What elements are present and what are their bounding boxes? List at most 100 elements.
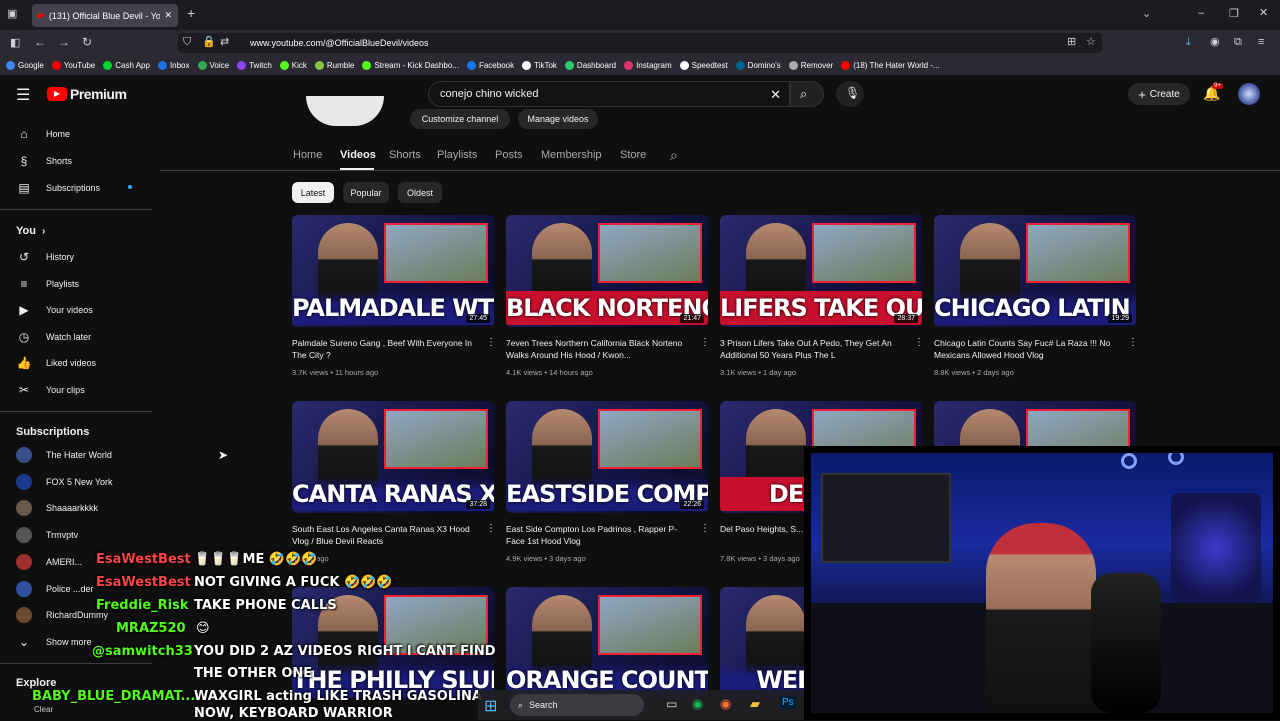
chip-popular[interactable]: Popular [343, 182, 389, 203]
video-title[interactable]: East Side Compton Los Padrinos , Rapper … [506, 523, 694, 547]
tab-overflow-icon[interactable]: ⌄ [1142, 9, 1151, 20]
forward-icon[interactable]: → [58, 36, 70, 48]
file-explorer-icon[interactable]: ▰ [750, 696, 760, 712]
sidebar-item-history[interactable]: ↺ History [16, 244, 156, 270]
sidebar-item-home[interactable]: ⌂ Home [16, 121, 156, 147]
more-options-icon[interactable]: ⋮ [914, 337, 924, 348]
customize-channel-button[interactable]: Customize channel [410, 109, 510, 129]
video-title[interactable]: Chicago Latin Counts Say Fuc# La Raza !!… [934, 337, 1122, 361]
video-thumbnail[interactable]: ORANGE COUNTY FOLKS [506, 587, 708, 699]
more-options-icon[interactable]: ⋮ [486, 337, 496, 348]
clear-search-icon[interactable]: ✕ [770, 87, 781, 103]
bookmark-item[interactable]: Inbox [157, 61, 190, 70]
subscription-channel[interactable]: Shaaaarkkkk [16, 495, 156, 521]
hamburger-menu-icon[interactable]: ☰ [16, 85, 30, 105]
bookmark-item[interactable]: Stream - Kick Dashbo... [362, 61, 459, 70]
tab-posts[interactable]: Posts [495, 149, 523, 161]
tab-home[interactable]: Home [293, 149, 322, 161]
bookmark-item[interactable]: Voice [197, 61, 229, 70]
sidebar-item-subscriptions[interactable]: ▤ Subscriptions [16, 175, 156, 201]
more-options-icon[interactable]: ⋮ [1128, 337, 1138, 348]
bookmark-item[interactable]: Cash App [103, 61, 150, 70]
account-icon[interactable]: ◉ [1210, 37, 1220, 48]
bookmark-item[interactable]: Facebook [466, 61, 514, 70]
browser-tab-active[interactable]: ▶ (131) Official Blue Devil - YouTube ✕ [32, 4, 178, 27]
close-window-icon[interactable]: ✕ [1259, 8, 1268, 19]
bookmark-item[interactable]: Kick [279, 61, 307, 70]
create-button[interactable]: + Create [1128, 83, 1190, 105]
youtube-logo[interactable]: ▶ Premium [47, 86, 127, 102]
sidebar-item-your-videos[interactable]: ▶ Your videos [16, 297, 156, 323]
photoshop-icon[interactable]: Ps [780, 696, 796, 709]
bookmark-item[interactable]: Rumble [314, 61, 354, 70]
bookmark-item[interactable]: (18) The Hater World -... [841, 61, 940, 70]
taskbar-search[interactable]: ⌕ Search [510, 694, 644, 716]
extensions-icon[interactable]: ⧉ [1234, 37, 1242, 48]
subscription-channel[interactable]: Trmvptv [16, 522, 156, 548]
voice-search-button[interactable]: 🎙 [836, 81, 864, 107]
translate-icon[interactable]: ⊞ [1067, 37, 1076, 48]
sidebar-item-shorts[interactable]: § Shorts [16, 148, 156, 174]
notifications-button[interactable]: 🔔 9+ [1203, 83, 1223, 103]
more-options-icon[interactable]: ⋮ [700, 337, 710, 348]
bookmark-item[interactable]: Instagram [624, 61, 672, 70]
manage-videos-button[interactable]: Manage videos [518, 109, 598, 129]
search-button[interactable]: ⌕ [790, 81, 824, 107]
channel-search-icon[interactable]: ⌕ [670, 147, 678, 164]
bookmark-item[interactable]: Google [6, 61, 44, 70]
subscription-channel[interactable]: The Hater World [16, 442, 156, 468]
more-options-icon[interactable]: ⋮ [700, 523, 710, 534]
avatar[interactable] [1238, 83, 1260, 105]
firefox-icon[interactable]: ◉ [720, 696, 731, 712]
video-thumbnail[interactable]: CANTA RANAS X11137:28 [292, 401, 494, 513]
video-thumbnail[interactable]: CHICAGO LATIN COUNTS19:29 [934, 215, 1136, 327]
bookmark-star-icon[interactable]: ☆ [1086, 37, 1096, 48]
sidebar-item-your-clips[interactable]: ✂ Your clips [16, 377, 156, 403]
bookmark-item[interactable]: TikTok [522, 61, 557, 70]
sidebar-toggle-icon[interactable]: ◧ [10, 38, 20, 49]
menu-icon[interactable]: ≡ [1258, 37, 1264, 48]
video-thumbnail[interactable]: EASTSIDE COMPTON22:26 [506, 401, 708, 513]
lock-icon[interactable]: 🔒 [202, 37, 216, 48]
tab-membership[interactable]: Membership [541, 149, 602, 161]
permissions-icon[interactable]: ⇄ [220, 37, 229, 48]
bookmark-item[interactable]: YouTube [51, 61, 95, 70]
bookmark-item[interactable]: Domino's [735, 61, 781, 70]
video-title[interactable]: 7even Trees Northern California Black No… [506, 337, 694, 361]
minimize-icon[interactable]: – [1198, 8, 1204, 19]
tab-list-icon[interactable]: ▣ [7, 9, 17, 20]
bookmark-item[interactable]: Remover [788, 61, 833, 70]
address-bar[interactable]: ⛉ 🔒 ⇄ www.youtube.com/@OfficialBlueDevil… [178, 33, 1102, 53]
bookmark-item[interactable]: Speedtest [679, 61, 728, 70]
video-thumbnail[interactable]: PALMADALE WTF?27:45 [292, 215, 494, 327]
subscription-channel[interactable]: FOX 5 New York [16, 469, 156, 495]
tab-shorts[interactable]: Shorts [389, 149, 421, 161]
chip-oldest[interactable]: Oldest [398, 182, 442, 203]
chip-latest[interactable]: Latest [292, 182, 334, 203]
sidebar-item-watch-later[interactable]: ◷ Watch later [16, 324, 156, 350]
sidebar-item-liked-videos[interactable]: 👍 Liked videos [16, 350, 156, 376]
tab-playlists[interactable]: Playlists [437, 149, 477, 161]
video-title[interactable]: Palmdale Sureno Gang , Beef With Everyon… [292, 337, 480, 361]
search-input[interactable]: conejo chino wicked ✕ [428, 81, 790, 107]
close-tab-icon[interactable]: ✕ [164, 10, 172, 21]
back-icon[interactable]: ← [34, 36, 46, 48]
task-view-icon[interactable]: ▭ [666, 697, 677, 711]
spotify-icon[interactable]: ◉ [692, 696, 703, 712]
reload-icon[interactable]: ↻ [82, 36, 92, 48]
windows-start-icon[interactable]: ⊞ [484, 696, 497, 716]
tab-store[interactable]: Store [620, 149, 646, 161]
sidebar-item-playlists[interactable]: ≡ Playlists [16, 271, 156, 297]
video-thumbnail[interactable]: BLACK NORTENO 21:47 [506, 215, 708, 327]
video-title[interactable]: 3 Prison Lifers Take Out A Pedo, They Ge… [720, 337, 908, 361]
video-thumbnail[interactable]: LIFERS TAKE OUT PEDO28:37 [720, 215, 922, 327]
bookmark-item[interactable]: Twitch [237, 61, 272, 70]
more-options-icon[interactable]: ⋮ [486, 523, 496, 534]
bookmark-item[interactable]: Dashboard [564, 61, 616, 70]
download-icon[interactable]: ⤓ [1186, 37, 1191, 48]
shield-icon[interactable]: ⛉ [183, 37, 191, 48]
video-title[interactable]: South East Los Angeles Canta Ranas X3 Ho… [292, 523, 480, 547]
tab-videos[interactable]: Videos [340, 149, 376, 161]
maximize-icon[interactable]: ❐ [1229, 9, 1239, 20]
you-section-header[interactable]: You › [16, 225, 45, 237]
